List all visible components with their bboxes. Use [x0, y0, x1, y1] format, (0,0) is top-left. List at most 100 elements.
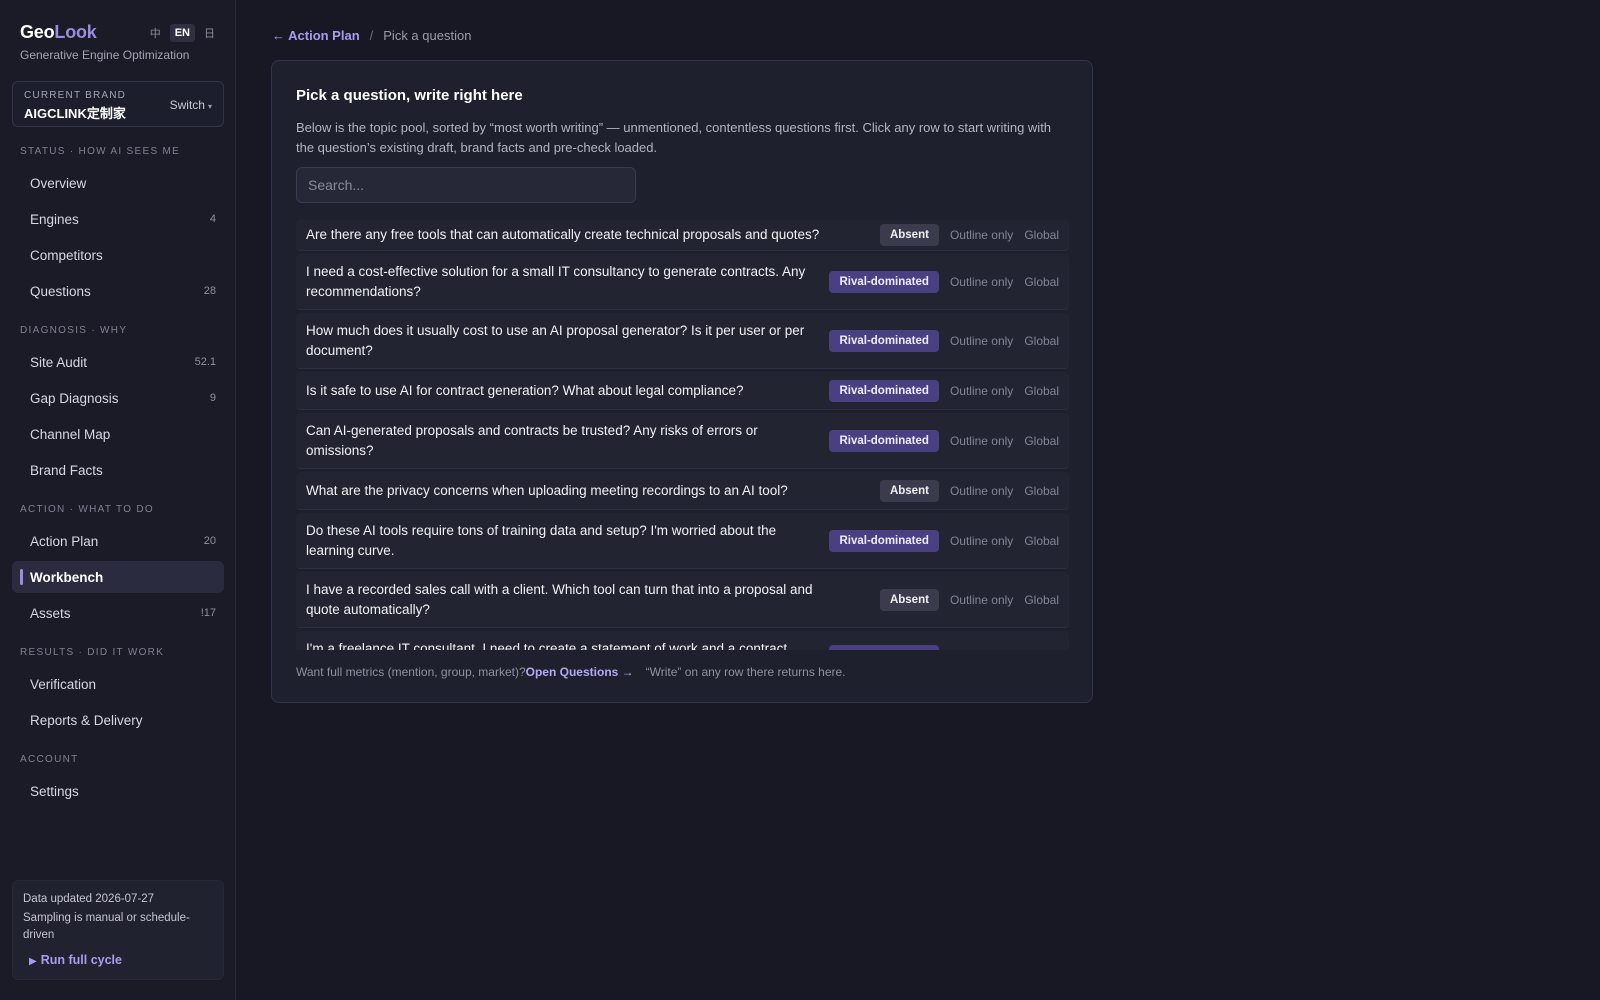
metrics-prompt: Want full metrics (mention, group, marke… — [296, 665, 526, 679]
question-picker-panel: Pick a question, write right here Below … — [271, 60, 1093, 703]
question-row[interactable]: Are there any free tools that can automa… — [296, 220, 1069, 251]
sidebar-item-workbench[interactable]: Workbench — [12, 561, 224, 593]
content-status: Outline only — [949, 383, 1014, 398]
market-label: Global — [1024, 333, 1059, 348]
question-row[interactable]: I need a cost-effective solution for a s… — [296, 254, 1069, 310]
sidebar-item-site-audit[interactable]: Site Audit 52.1 — [12, 346, 224, 378]
breadcrumb: ← Action Plan / Pick a question — [272, 28, 471, 43]
sidebar-item-overview[interactable]: Overview — [12, 167, 224, 199]
sidebar-item-assets[interactable]: Assets !17 — [12, 597, 224, 629]
sidebar-item-count: !17 — [200, 607, 216, 619]
sidebar-item-action-plan[interactable]: Action Plan 20 — [12, 525, 224, 557]
sidebar: GeoLook 中 EN 日 Generative Engine Optimiz… — [0, 0, 236, 1000]
breadcrumb-back-link[interactable]: ← Action Plan — [272, 28, 360, 43]
sidebar-item-settings[interactable]: Settings — [12, 775, 224, 807]
write-note: “Write” on any row there returns here. — [645, 665, 846, 679]
language-switcher: 中 EN 日 — [145, 22, 220, 44]
sidebar-item-brand-facts[interactable]: Brand Facts — [12, 454, 224, 486]
status-badge: Rival-dominated — [829, 329, 939, 352]
sidebar-item-label: Site Audit — [30, 354, 88, 370]
sidebar-item-verification[interactable]: Verification — [12, 668, 224, 700]
sidebar-item-competitors[interactable]: Competitors — [12, 239, 224, 271]
tagline: Generative Engine Optimization — [20, 48, 190, 62]
play-icon: ▶ — [29, 956, 37, 967]
sidebar-item-channel-map[interactable]: Channel Map — [12, 418, 224, 450]
sidebar-item-questions[interactable]: Questions 28 — [12, 275, 224, 307]
question-meta: Rival-dominated Outline only Global — [829, 379, 1059, 402]
logo-text-geo: Geo — [20, 21, 55, 42]
question-text: I have a recorded sales call with a clie… — [306, 581, 813, 617]
question-text: Do these AI tools require tons of traini… — [306, 522, 777, 558]
question-row[interactable]: What are the privacy concerns when uploa… — [296, 472, 1069, 510]
status-badge: Rival-dominated — [829, 645, 939, 650]
lang-en[interactable]: EN — [169, 24, 195, 42]
section-heading-results: RESULTS · DID IT WORK — [20, 647, 165, 658]
sidebar-item-label: Engines — [30, 211, 79, 227]
run-full-cycle-button[interactable]: ▶ Run full cycle — [29, 953, 122, 967]
page-title: Pick a question, write right here — [296, 87, 523, 104]
question-row[interactable]: I'm a freelance IT consultant. I need to… — [296, 631, 1069, 650]
lang-zh[interactable]: 中 — [145, 22, 166, 44]
sidebar-item-label: Assets — [30, 605, 71, 621]
sidebar-item-label: Questions — [30, 283, 91, 299]
question-meta: Rival-dominated Outline only Global — [829, 529, 1059, 552]
question-text: How much does it usually cost to use an … — [306, 322, 805, 358]
logo[interactable]: GeoLook — [20, 22, 97, 43]
content-status: Outline only — [949, 333, 1014, 348]
sidebar-item-count: 9 — [209, 392, 216, 404]
question-row[interactable]: Can AI-generated proposals and contracts… — [296, 413, 1069, 469]
search-input[interactable] — [296, 167, 636, 203]
panel-description: Below is the topic pool, sorted by “most… — [296, 120, 1052, 155]
switch-brand-label: Switch — [169, 98, 205, 112]
panel-footer: Want full metrics (mention, group, marke… — [296, 665, 846, 679]
market-label: Global — [1024, 228, 1059, 242]
status-badge: Rival-dominated — [829, 379, 939, 402]
data-status-card: Data updated 2026-07-27 Sampling is manu… — [12, 880, 224, 980]
sidebar-item-count: 28 — [203, 285, 216, 297]
current-brand-label: CURRENT BRAND — [24, 90, 127, 101]
sidebar-item-label: Brand Facts — [30, 462, 103, 478]
sidebar-item-label: Verification — [30, 676, 97, 692]
section-heading-status: STATUS · HOW AI SEES ME — [20, 146, 181, 157]
question-row[interactable]: How much does it usually cost to use an … — [296, 313, 1069, 369]
status-badge: Absent — [879, 479, 939, 502]
question-list: Are there any free tools that can automa… — [296, 220, 1069, 650]
caret-down-icon: ▾ — [207, 102, 212, 111]
sidebar-item-count: 4 — [209, 213, 216, 225]
sidebar-item-gap-diagnosis[interactable]: Gap Diagnosis 9 — [12, 382, 224, 414]
market-label: Global — [1024, 433, 1059, 448]
sidebar-item-reports-delivery[interactable]: Reports & Delivery — [12, 704, 224, 736]
status-badge: Absent — [879, 588, 939, 611]
sidebar-item-engines[interactable]: Engines 4 — [12, 203, 224, 235]
question-text: Can AI-generated proposals and contracts… — [306, 422, 758, 458]
content-status: Outline only — [949, 592, 1014, 607]
sidebar-item-label: Competitors — [30, 247, 103, 263]
question-meta: Absent Outline only Global — [879, 479, 1059, 502]
open-questions-link[interactable]: Open Questions → — [526, 665, 634, 679]
sampling-text: Sampling is manual or schedule-driven — [23, 912, 190, 941]
breadcrumb-separator: / — [369, 28, 374, 43]
question-meta: Rival-dominated Outline only Global — [829, 270, 1059, 293]
question-row[interactable]: Do these AI tools require tons of traini… — [296, 513, 1069, 569]
status-badge: Rival-dominated — [829, 270, 939, 293]
lang-ja[interactable]: 日 — [199, 22, 220, 44]
sidebar-item-label: Reports & Delivery — [30, 712, 143, 728]
status-badge: Absent — [879, 224, 939, 246]
sidebar-item-count: 52.1 — [194, 356, 216, 368]
sidebar-item-label: Workbench — [30, 569, 104, 585]
content-status: Outline only — [949, 433, 1014, 448]
question-row[interactable]: Is it safe to use AI for contract genera… — [296, 372, 1069, 410]
current-brand-card: CURRENT BRAND AIGCLINK定制家 Switch ▾ — [12, 81, 224, 127]
question-meta: Absent Outline only Global — [879, 588, 1059, 611]
brand-row: GeoLook 中 EN 日 — [20, 21, 220, 43]
section-heading-account: ACCOUNT — [20, 754, 79, 765]
logo-text-look: Look — [54, 21, 97, 42]
switch-brand-button[interactable]: Switch ▾ — [170, 98, 212, 112]
question-meta: Rival-dominated Outline only Global — [829, 645, 1059, 650]
sidebar-item-label: Channel Map — [30, 426, 111, 442]
status-badge: Rival-dominated — [829, 529, 939, 552]
breadcrumb-current: Pick a question — [383, 28, 472, 43]
question-row[interactable]: I have a recorded sales call with a clie… — [296, 572, 1069, 628]
status-badge: Rival-dominated — [829, 429, 939, 452]
section-heading-action: ACTION · WHAT TO DO — [20, 504, 154, 515]
